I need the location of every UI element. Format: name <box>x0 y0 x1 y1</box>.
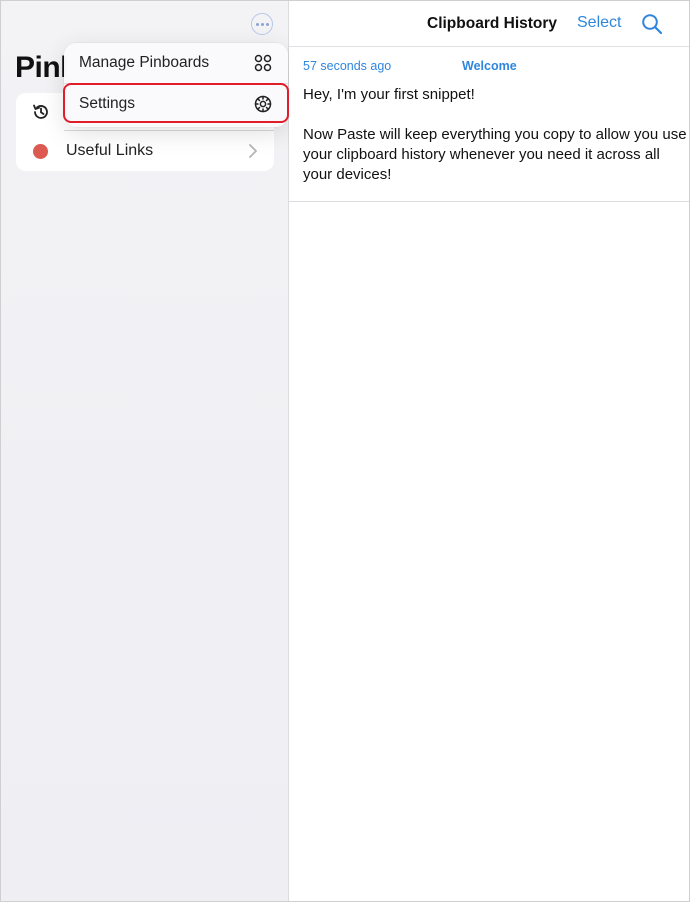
sidebar: Pinl Useful Links <box>1 1 289 901</box>
snippet-text-line: Hey, I'm your first snippet! <box>303 86 475 103</box>
settings-highlight-box <box>63 83 289 123</box>
menu-item-manage-pinboards[interactable]: Manage Pinboards <box>64 43 288 83</box>
search-icon[interactable] <box>641 13 663 35</box>
chevron-right-icon <box>249 144 257 158</box>
pinboard-label: Useful Links <box>66 142 154 159</box>
select-button[interactable]: Select <box>577 14 621 32</box>
nav-divider <box>289 46 689 47</box>
snippet-timestamp: 57 seconds ago <box>303 59 392 73</box>
snippet-text-body: Now Paste will keep everything you copy … <box>303 126 687 183</box>
grid-icon <box>254 54 272 72</box>
divider <box>64 130 274 131</box>
pinboard-item-useful-links[interactable]: Useful Links <box>16 132 274 171</box>
snippet-divider <box>289 201 689 202</box>
app-window: Pinl Useful Links Manage Pinboards Setti… <box>0 0 690 902</box>
pinboard-color-dot <box>33 144 48 159</box>
main-panel: Clipboard History Select 57 seconds ago … <box>289 1 689 901</box>
snippet-title: Welcome <box>462 59 517 73</box>
more-options-button[interactable] <box>251 13 273 35</box>
sidebar-title: Pinl <box>15 51 69 84</box>
ellipsis-icon <box>255 22 259 26</box>
history-icon <box>33 104 48 119</box>
page-title: Clipboard History <box>427 15 558 32</box>
menu-item-label: Manage Pinboards <box>79 54 210 71</box>
